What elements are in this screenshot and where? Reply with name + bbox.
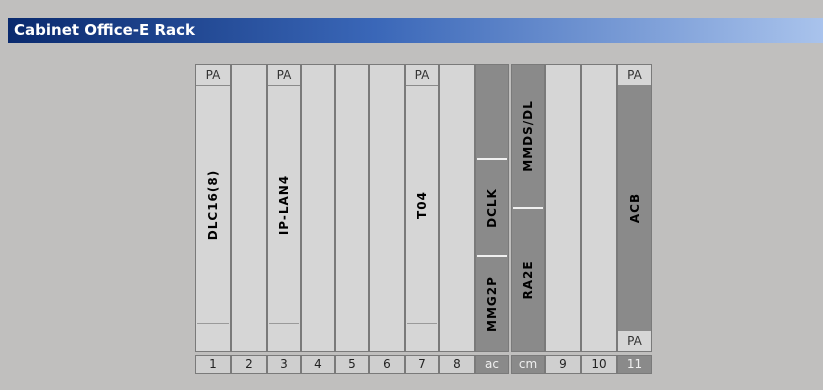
slot-2-number: 2 xyxy=(231,355,267,374)
slot-ac-card-upper[interactable] xyxy=(477,65,507,158)
slot-6[interactable] xyxy=(369,64,405,352)
slot-1-card-label: DLC16(8) xyxy=(206,169,220,240)
slot-9[interactable] xyxy=(545,64,581,352)
slot-10-number: 10 xyxy=(581,355,617,374)
slot-5-number: 5 xyxy=(335,355,369,374)
slot-1[interactable]: PA DLC16(8) xyxy=(195,64,231,352)
slot-3-number: 3 xyxy=(267,355,301,374)
slot-8[interactable] xyxy=(439,64,475,352)
slot-1-top-label: PA xyxy=(196,65,230,86)
slot-ac-card-dclk[interactable]: DCLK xyxy=(477,158,507,255)
slot-11-number: 11 xyxy=(617,355,652,374)
slot-7-card-label: T04 xyxy=(415,190,429,219)
slot-2[interactable] xyxy=(231,64,267,352)
slot-3[interactable]: PA IP-LAN4 xyxy=(267,64,301,352)
slot-cm-card-mmdsdl[interactable]: MMDS/DL xyxy=(513,65,543,207)
slot-5[interactable] xyxy=(335,64,369,352)
slot-ac-card-mmg2p[interactable]: MMG2P xyxy=(477,255,507,351)
slot-cm[interactable]: MMDS/DL RA2E xyxy=(511,64,545,352)
slot-7[interactable]: PA T04 xyxy=(405,64,439,352)
slot-cm-card-ra2e-label: RA2E xyxy=(521,260,535,300)
slot-4-number: 4 xyxy=(301,355,335,374)
rack: PA DLC16(8) 1 2 PA IP-LAN4 3 4 5 6 PA T0… xyxy=(195,64,652,383)
slot-7-card[interactable]: T04 xyxy=(407,86,437,324)
slot-4[interactable] xyxy=(301,64,335,352)
slot-8-number: 8 xyxy=(439,355,475,374)
slot-11[interactable]: PA ACB PA xyxy=(617,64,652,352)
slot-cm-card-ra2e[interactable]: RA2E xyxy=(513,207,543,351)
slot-cm-card-mmdsdl-label: MMDS/DL xyxy=(521,100,535,172)
slot-9-number: 9 xyxy=(545,355,581,374)
slot-11-card[interactable]: ACB xyxy=(619,86,650,330)
slot-3-card[interactable]: IP-LAN4 xyxy=(269,86,299,324)
slot-11-card-label: ACB xyxy=(627,192,642,224)
window-title: Cabinet Office-E Rack xyxy=(8,18,823,43)
slot-7-top-label: PA xyxy=(406,65,438,86)
slot-11-top-label: PA xyxy=(618,65,651,86)
slot-ac-number: ac xyxy=(475,355,509,374)
slot-10[interactable] xyxy=(581,64,617,352)
slot-ac[interactable]: DCLK MMG2P xyxy=(475,64,509,352)
slot-3-top-label: PA xyxy=(268,65,300,86)
slot-ac-card-dclk-label: DCLK xyxy=(485,187,499,228)
slot-1-card[interactable]: DLC16(8) xyxy=(197,86,229,324)
slot-cm-number: cm xyxy=(511,355,545,374)
slot-ac-card-mmg2p-label: MMG2P xyxy=(485,276,499,332)
slot-7-number: 7 xyxy=(405,355,439,374)
slot-1-number: 1 xyxy=(195,355,231,374)
slot-6-number: 6 xyxy=(369,355,405,374)
slot-3-card-label: IP-LAN4 xyxy=(277,174,291,235)
slot-11-bottom-label: PA xyxy=(618,330,651,351)
